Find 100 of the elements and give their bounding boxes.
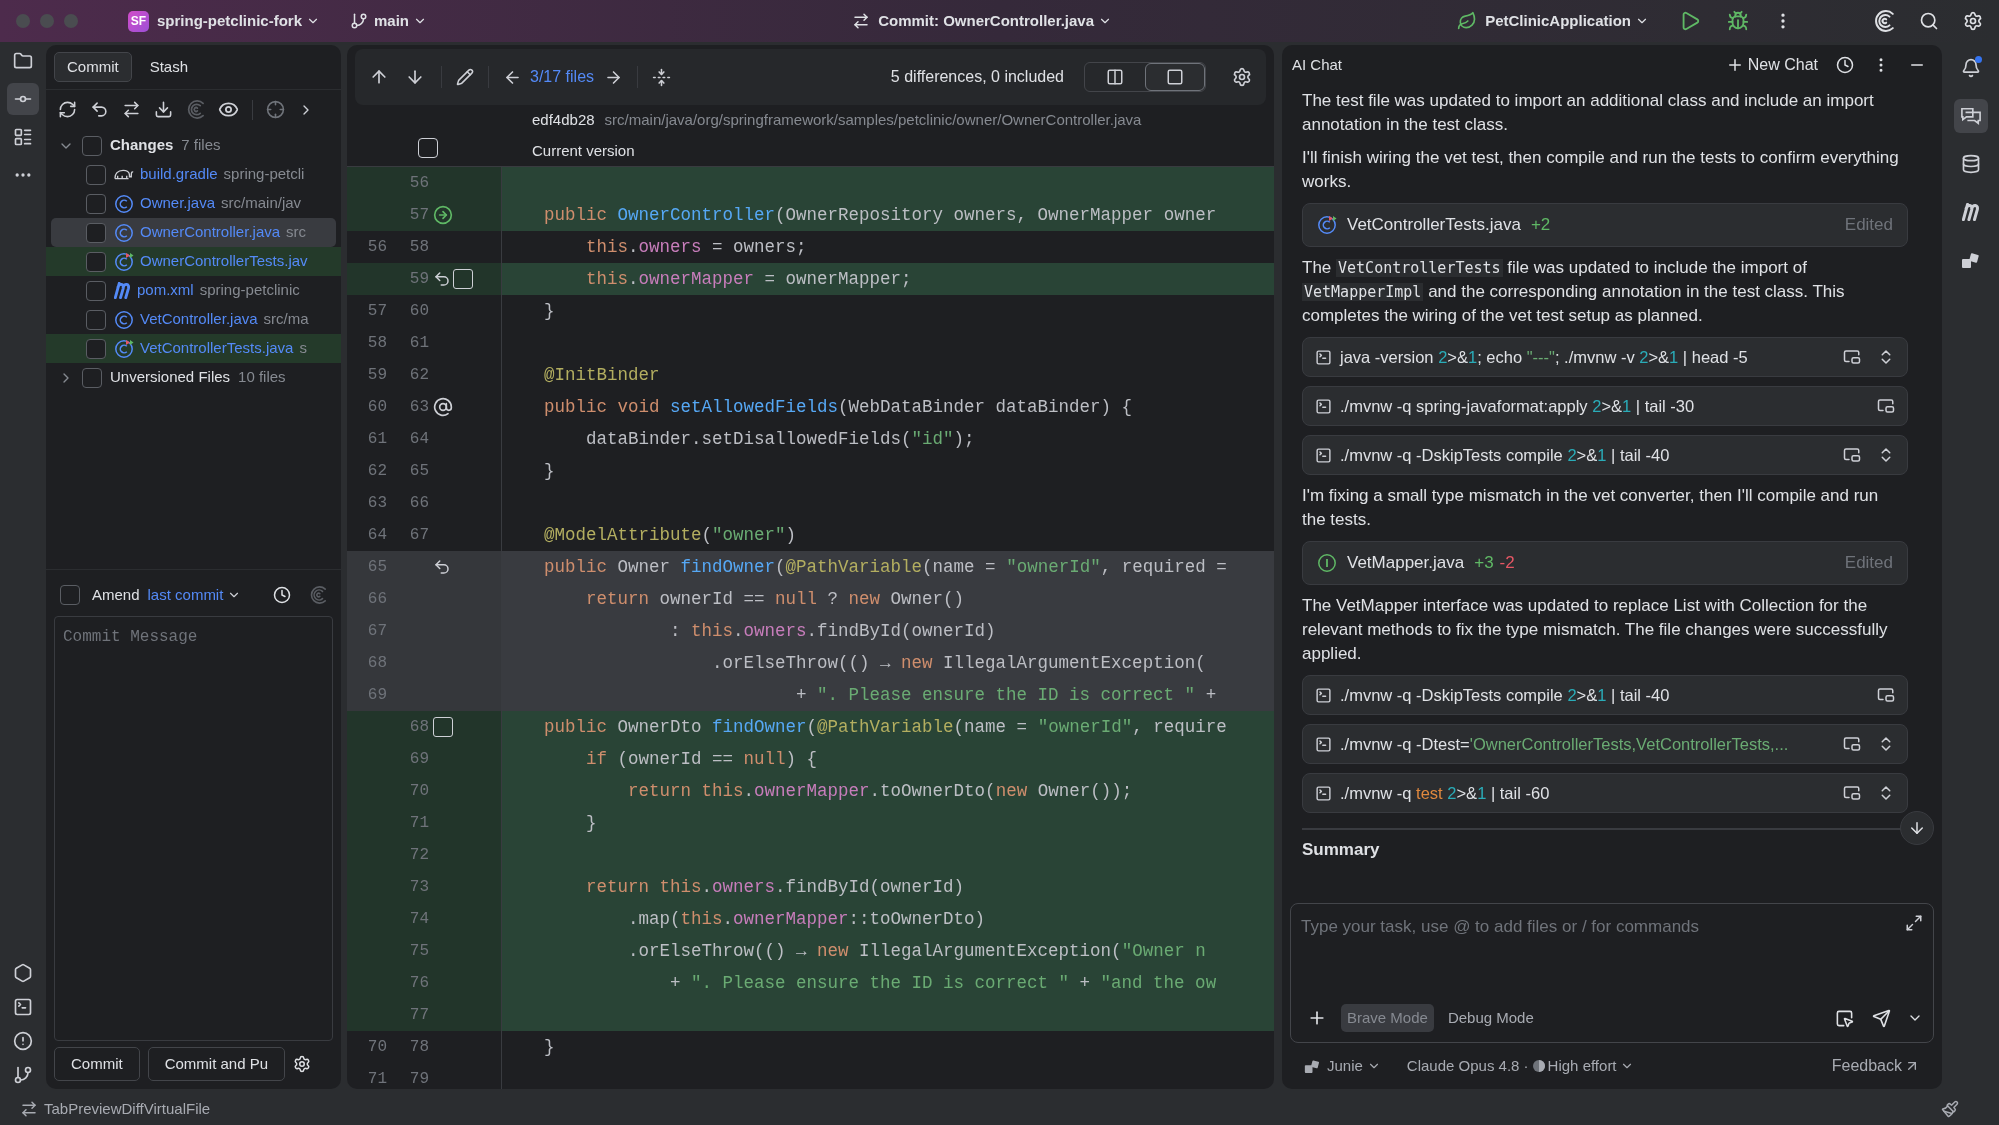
edited-file-card[interactable]: VetControllerTests.java +2 Edited [1302, 203, 1908, 247]
settings-icon[interactable] [1963, 11, 1983, 31]
square-icon[interactable] [1166, 68, 1184, 86]
commit-message-field[interactable]: Commit Message [54, 616, 333, 1041]
picture-in-picture-icon[interactable] [1843, 348, 1861, 366]
collapse-icon[interactable] [652, 67, 672, 87]
checkbox[interactable] [86, 280, 106, 301]
task-input-field[interactable]: Type your task, use @ to add files or / for commands [1301, 914, 1905, 940]
picture-in-picture-icon[interactable] [1843, 446, 1861, 464]
command-card[interactable]: ./mvnw -q spring-javaformat:apply 2>&1 | tail -30 [1302, 386, 1908, 426]
checkbox[interactable] [86, 222, 106, 243]
undo-icon[interactable] [90, 100, 109, 119]
file-path: spring-petclinic [199, 280, 300, 301]
revision-hash: edf4db28 [532, 110, 595, 130]
command-card[interactable]: ./mvnw -q -DskipTests compile 2>&1 | tail -40 [1302, 435, 1908, 475]
down-arrow-icon[interactable] [1908, 819, 1926, 837]
spiral-icon[interactable] [1873, 10, 1895, 32]
view-mode-toggle[interactable] [1084, 62, 1206, 92]
picture-in-picture-icon[interactable] [1877, 686, 1895, 704]
search-icon[interactable] [1919, 11, 1939, 31]
database-icon[interactable] [1960, 154, 1981, 174]
commit-button[interactable]: Commit and Pu [147, 1047, 286, 1081]
branch-icon[interactable] [13, 1065, 33, 1085]
file-title-dropdown[interactable]: Commit: OwnerController.java [878, 9, 1112, 33]
checkbox[interactable] [86, 251, 106, 272]
panel-tab[interactable]: Commit [54, 52, 132, 82]
mode-toggle[interactable]: Debug Mode [1441, 1004, 1540, 1032]
chat-bubbles-icon[interactable] [1960, 106, 1981, 126]
file-count: 7 files [181, 135, 221, 156]
feedback-link[interactable]: Feedback [1831, 1054, 1920, 1078]
checkbox[interactable] [86, 309, 106, 330]
file-row[interactable]: VetController.java src/ma [46, 305, 341, 334]
line-number: 69 [409, 750, 429, 768]
picture-in-picture-icon[interactable] [1877, 397, 1895, 415]
brush-icon[interactable] [1941, 1100, 1959, 1118]
picture-in-picture-icon[interactable] [1843, 784, 1861, 802]
files-nav-link[interactable]: 3/17 files [530, 65, 595, 89]
file-row[interactable]: OwnerControllerTests.jav [46, 247, 341, 276]
columns-icon[interactable] [1106, 68, 1124, 86]
file-name: build.gradle [140, 164, 218, 185]
command-card[interactable]: ./mvnw -q test 2>&1 | tail -60 [1302, 773, 1908, 813]
run-config-dropdown[interactable]: PetClinicApplication [1485, 9, 1649, 33]
commit-button[interactable]: Commit [54, 1047, 140, 1081]
checkbox[interactable] [86, 193, 106, 214]
effort-dropdown[interactable]: High effort [1547, 1054, 1634, 1078]
file-row[interactable]: build.gradle spring-petcli [46, 160, 341, 189]
pencil-icon[interactable] [456, 68, 474, 86]
crosshair-icon[interactable] [266, 100, 285, 119]
file-row[interactable]: VetControllerTests.java s [46, 334, 341, 363]
branch-dropdown[interactable]: main [374, 9, 428, 33]
project-dropdown[interactable]: spring-petclinic-fork [157, 9, 320, 33]
version-label: Current version [532, 140, 636, 161]
scroll-down-button[interactable] [1900, 811, 1934, 845]
checkbox[interactable] [86, 164, 106, 185]
command-card[interactable]: ./mvnw -q -DskipTests compile 2>&1 | tail -40 [1302, 675, 1908, 715]
checkbox[interactable] [82, 367, 102, 388]
pointer-icon[interactable] [1835, 1008, 1854, 1028]
new-chat-button[interactable]: New Chat [1725, 53, 1818, 77]
bug-icon[interactable] [1727, 10, 1749, 32]
hexagon-icon[interactable] [13, 963, 33, 983]
view-mode-option[interactable] [1145, 63, 1205, 91]
clock-icon[interactable] [273, 586, 291, 604]
settings-icon[interactable] [293, 1055, 312, 1073]
shapes-icon[interactable] [1960, 251, 1981, 269]
clock-icon[interactable] [1836, 56, 1854, 74]
expand-icon[interactable] [1905, 914, 1923, 932]
folder-icon[interactable] [13, 51, 33, 71]
settings-icon[interactable] [1232, 67, 1252, 87]
code-line: + ". Please ensure the ID is correct " + "and the ow [669, 971, 1217, 995]
line-checkbox[interactable] [453, 269, 473, 289]
revert-icon[interactable] [433, 270, 451, 288]
terminal-icon[interactable] [13, 997, 33, 1017]
send-icon[interactable] [1872, 1008, 1891, 1028]
bell-icon[interactable] [1960, 58, 1981, 78]
last-commit-link[interactable]: last commit [147, 583, 242, 607]
checkbox[interactable] [60, 585, 80, 605]
agent-dropdown[interactable]: Junie [1327, 1054, 1381, 1078]
file-row[interactable]: pom.xml spring-petclinic [46, 276, 341, 305]
m-icon[interactable] [1961, 203, 1980, 221]
revert-icon[interactable] [433, 558, 451, 576]
refresh-icon[interactable] [58, 100, 77, 119]
checkbox[interactable] [82, 135, 102, 156]
checkbox[interactable] [86, 338, 106, 359]
status-label: Edited [1844, 214, 1893, 236]
command-card[interactable]: java -version 2>&1; echo "---"; ./mvnw -v 2>&1 | head -5 [1302, 337, 1908, 377]
panel-tab[interactable]: Stash [137, 52, 201, 82]
command-text: ./mvnw -q spring-javaformat:apply 2>&1 | tail -30 [1340, 396, 1695, 417]
tool-button[interactable] [1953, 99, 1988, 133]
picture-in-picture-icon[interactable] [1843, 735, 1861, 753]
code-line: } [543, 1035, 555, 1059]
command-card[interactable]: ./mvnw -q -Dtest='OwnerControllerTests,VetControllerTests,... [1302, 724, 1908, 764]
line-number: 61 [409, 334, 429, 352]
edited-file-card[interactable]: VetMapper.java +3 -2 Edited [1302, 541, 1908, 585]
layout-list-icon[interactable] [13, 127, 33, 147]
file-row[interactable]: Owner.java src/main/jav [46, 189, 341, 218]
arrows-icon[interactable] [122, 100, 141, 119]
alert-icon[interactable] [13, 1031, 33, 1051]
tool-button[interactable] [7, 83, 39, 115]
download-icon[interactable] [154, 100, 173, 119]
line-checkbox[interactable] [433, 717, 453, 737]
